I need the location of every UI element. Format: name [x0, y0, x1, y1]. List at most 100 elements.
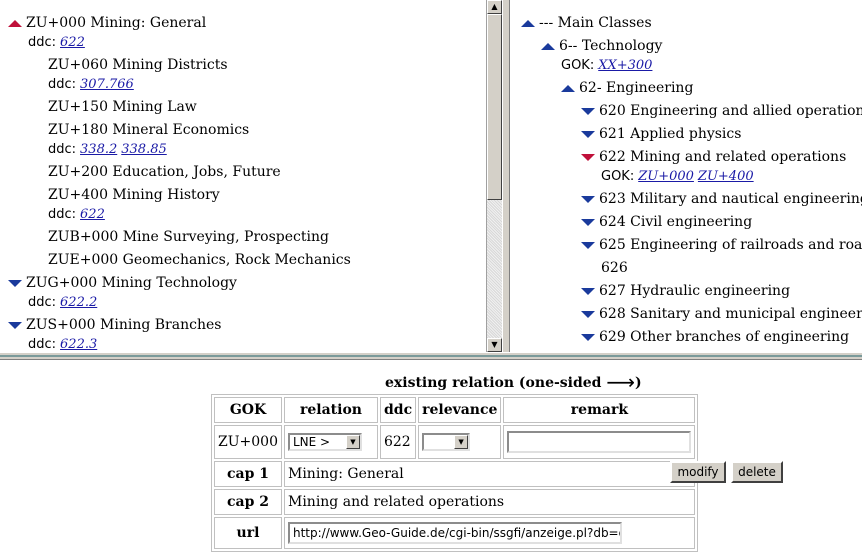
left-tree-item[interactable]: ZU+180 Mineral Economics	[48, 121, 249, 139]
right-tree-item-label: 623 Military and nautical engineering	[599, 191, 862, 207]
cap2-value: Mining and related operations	[283, 489, 696, 515]
code-label: ddc:	[28, 295, 57, 310]
right-tree-item[interactable]: 622 Mining and related operations	[581, 148, 846, 166]
code-link[interactable]: 622.2	[60, 295, 97, 310]
collapse-triangle-icon[interactable]	[521, 19, 535, 27]
url-input[interactable]: http://www.Geo-Guide.de/cgi-bin/ssgfi/an…	[287, 522, 622, 544]
chevron-down-icon[interactable]: ▼	[454, 435, 469, 449]
collapse-triangle-icon[interactable]	[541, 42, 555, 50]
expand-triangle-icon[interactable]	[581, 310, 595, 318]
left-tree-item[interactable]: ZU+400 Mining History	[48, 186, 220, 204]
code-link[interactable]: XX+300	[598, 58, 652, 73]
code-link[interactable]: ZU+000	[638, 169, 694, 184]
code-label: ddc:	[48, 77, 77, 92]
right-tree-code-line: GOK: ZU+000 ZU+400	[601, 167, 758, 186]
expand-triangle-icon[interactable]	[581, 153, 595, 161]
right-tree-item[interactable]: 628 Sanitary and municipal engineering	[581, 305, 862, 323]
code-label: ddc:	[28, 337, 57, 352]
right-tree-item[interactable]: 623 Military and nautical engineering	[581, 190, 862, 208]
left-tree-code-line: ddc: 622.3	[28, 335, 101, 352]
expand-triangle-icon[interactable]	[581, 333, 595, 341]
left-tree-code-line: ddc: 307.766	[48, 75, 138, 94]
code-label: ddc:	[28, 35, 57, 50]
right-tree-item[interactable]: --- Main Classes	[521, 14, 652, 32]
header-ddc: ddc	[379, 397, 417, 423]
right-tree-item[interactable]: 621 Applied physics	[581, 125, 741, 143]
code-link[interactable]: 622	[80, 207, 105, 222]
code-link[interactable]: 622.3	[60, 337, 97, 352]
left-tree-item[interactable]: ZUE+000 Geomechanics, Rock Mechanics	[48, 251, 351, 269]
relation-select[interactable]: LNE > ▼	[287, 433, 362, 451]
expand-triangle-icon[interactable]	[8, 279, 22, 287]
divider-line	[0, 355, 862, 357]
left-tree-item-label: ZU+060 Mining Districts	[48, 57, 228, 73]
left-tree-item[interactable]: ZU+000 Mining: General	[8, 14, 206, 32]
scroll-down-icon[interactable]: ▼	[487, 338, 502, 352]
left-tree-code-line: ddc: 622.2	[28, 293, 101, 312]
left-tree-item[interactable]: ZU+150 Mining Law	[48, 98, 197, 116]
expand-triangle-icon[interactable]	[581, 130, 595, 138]
delete-button[interactable]: delete	[731, 461, 783, 483]
expand-triangle-icon[interactable]	[581, 287, 595, 295]
scroll-thumb[interactable]	[487, 14, 502, 200]
vertical-frame-divider[interactable]	[502, 0, 510, 360]
header-gok: GOK	[214, 397, 282, 423]
expand-triangle-icon[interactable]	[8, 321, 22, 329]
url-cell: http://www.Geo-Guide.de/cgi-bin/ssgfi/an…	[283, 517, 696, 549]
code-link[interactable]: 338.85	[121, 142, 167, 157]
expand-triangle-icon[interactable]	[581, 218, 595, 226]
right-tree-item-label: 627 Hydraulic engineering	[599, 283, 791, 299]
collapse-triangle-icon[interactable]	[561, 84, 575, 92]
right-tree-item-label: 629 Other branches of engineering	[599, 329, 850, 345]
expand-triangle-icon[interactable]	[581, 107, 595, 115]
left-tree-item-label: ZU+200 Education, Jobs, Future	[48, 164, 281, 180]
code-link[interactable]: 622	[60, 35, 85, 50]
right-tree-item[interactable]: 62- Engineering	[561, 79, 693, 97]
url-label: url	[214, 517, 282, 549]
right-tree-item[interactable]: 620 Engineering and allied operations	[581, 102, 862, 120]
right-tree-item-label: 625 Engineering of railroads and roads	[599, 237, 862, 253]
left-tree-item[interactable]: ZUS+000 Mining Branches	[8, 316, 221, 334]
cap2-row: cap 2 Mining and related operations	[214, 489, 696, 515]
relation-editor: existing relation (one-sided ⟶) GOK rela…	[0, 360, 862, 556]
arrow-right-icon: ⟶	[606, 370, 636, 394]
right-tree-item[interactable]: 629 Other branches of engineering	[581, 328, 849, 346]
left-tree-item[interactable]: ZU+060 Mining Districts	[48, 56, 228, 74]
expand-triangle-icon[interactable]	[581, 195, 595, 203]
ddc-value: 622	[379, 425, 417, 459]
left-tree-item[interactable]: ZUB+000 Mine Surveying, Prospecting	[48, 228, 329, 246]
right-tree-item[interactable]: 626	[601, 259, 628, 277]
collapse-triangle-icon[interactable]	[8, 19, 22, 27]
code-link[interactable]: 338.2	[80, 142, 117, 157]
left-tree-code-line: ddc: 338.2 338.85	[48, 140, 171, 159]
relevance-cell: ▼	[418, 425, 502, 459]
modify-button[interactable]: modify	[670, 461, 726, 483]
right-tree-item-label: 626	[601, 260, 628, 276]
scroll-up-icon[interactable]: ▲	[487, 0, 502, 14]
cap2-label: cap 2	[214, 489, 282, 515]
left-tree-code-line: ddc: 622	[48, 205, 109, 224]
relevance-select[interactable]: ▼	[422, 433, 471, 451]
table-header-row: GOK relation ddc relevance remark	[214, 397, 696, 423]
right-tree-item-label: 628 Sanitary and municipal engineering	[599, 306, 862, 322]
left-tree-item-label: ZU+150 Mining Law	[48, 99, 197, 115]
right-tree-item-label: 6-- Technology	[559, 38, 663, 54]
code-link[interactable]: 307.766	[80, 77, 134, 92]
left-frame-scrollbar[interactable]: ▲ ▼	[486, 0, 502, 352]
left-tree-item[interactable]: ZUG+000 Mining Technology	[8, 274, 237, 292]
header-relevance: relevance	[418, 397, 502, 423]
right-tree-item[interactable]: 6-- Technology	[541, 37, 662, 55]
code-label: GOK:	[561, 58, 595, 73]
chevron-down-icon[interactable]: ▼	[345, 435, 360, 449]
left-tree-item-label: ZUB+000 Mine Surveying, Prospecting	[48, 229, 329, 245]
right-tree-item[interactable]: 625 Engineering of railroads and roads	[581, 236, 862, 254]
left-tree-item[interactable]: ZU+200 Education, Jobs, Future	[48, 163, 281, 181]
expand-triangle-icon[interactable]	[581, 241, 595, 249]
code-link[interactable]: ZU+400	[698, 169, 754, 184]
url-row: url http://www.Geo-Guide.de/cgi-bin/ssgf…	[214, 517, 696, 549]
right-tree-item-label: 62- Engineering	[579, 80, 694, 96]
right-tree-item[interactable]: 627 Hydraulic engineering	[581, 282, 790, 300]
right-tree-item[interactable]: 624 Civil engineering	[581, 213, 752, 231]
remark-input[interactable]	[507, 431, 692, 453]
right-tree-item-label: 621 Applied physics	[599, 126, 742, 142]
